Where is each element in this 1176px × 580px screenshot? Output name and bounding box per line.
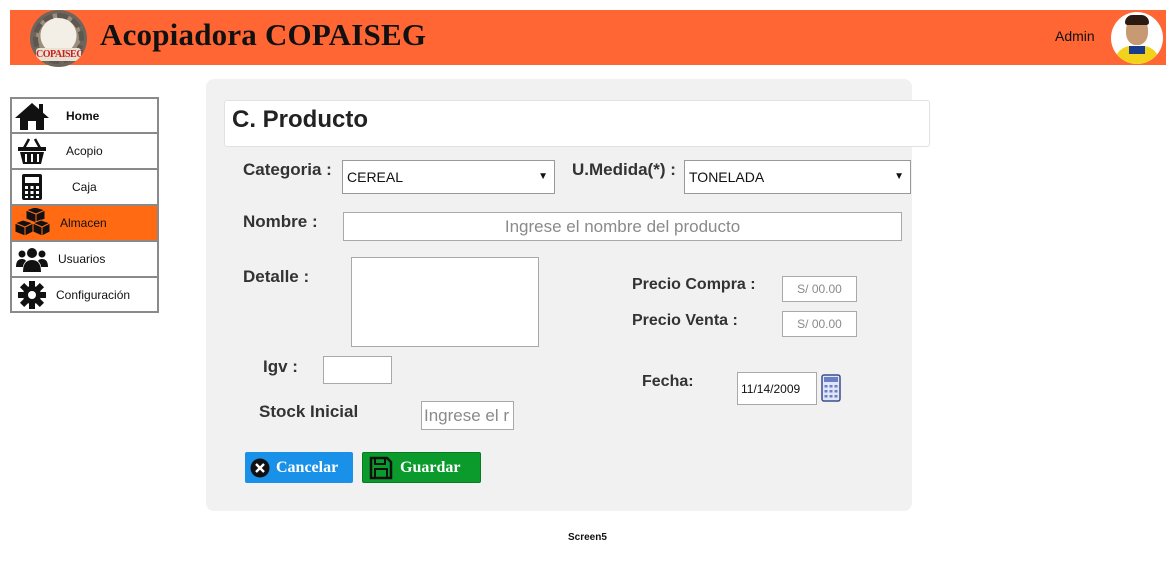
precio-venta-input[interactable]: S/ 00.00 xyxy=(782,311,857,337)
home-icon xyxy=(12,100,52,132)
nombre-label: Nombre : xyxy=(243,212,318,231)
cancel-button[interactable]: Cancelar xyxy=(245,452,353,483)
chevron-down-icon: ▼ xyxy=(894,171,904,182)
categoria-label: Categoria : xyxy=(243,160,332,179)
sidebar-item-configuracion[interactable]: Configuración xyxy=(10,277,159,313)
save-label: Guardar xyxy=(400,458,461,476)
fecha-label: Fecha: xyxy=(642,373,694,390)
sidebar-item-usuarios[interactable]: Usuarios xyxy=(10,241,159,277)
precio-compra-input[interactable]: S/ 00.00 xyxy=(782,276,857,302)
sidebar-item-label: Acopio xyxy=(66,144,103,158)
calendar-icon[interactable] xyxy=(821,374,841,402)
igv-label: Igv : xyxy=(263,357,298,376)
nombre-input[interactable]: Ingrese el nombre del producto xyxy=(343,212,902,241)
company-logo: COPAISEG xyxy=(30,10,87,67)
user-name[interactable]: Admin xyxy=(1055,28,1095,44)
sidebar-item-label: Almacen xyxy=(60,216,107,230)
sidebar-nav: Home Acopio Caja Almacen Usuarios Config… xyxy=(10,97,159,313)
detalle-label: Detalle : xyxy=(243,267,310,286)
screen-label: Screen5 xyxy=(568,532,607,543)
categoria-value: CEREAL xyxy=(347,169,404,185)
stock-input[interactable]: Ingrese el r xyxy=(421,401,514,430)
fecha-input[interactable]: 11/14/2009 xyxy=(737,372,817,405)
precio-compra-label: Precio Compra : xyxy=(632,276,756,293)
precio-venta-label: Precio Venta : xyxy=(632,312,738,329)
sidebar-item-label: Configuración xyxy=(56,287,131,302)
sidebar-item-caja[interactable]: Caja xyxy=(10,169,159,205)
avatar[interactable] xyxy=(1111,12,1163,64)
igv-input[interactable] xyxy=(323,356,392,384)
floppy-icon xyxy=(369,456,393,480)
stock-label: Stock Inicial xyxy=(259,402,359,421)
logo-text: COPAISEG xyxy=(36,49,84,60)
save-button[interactable]: Guardar xyxy=(362,452,481,483)
app-header: COPAISEG Acopiadora COPAISEG Admin xyxy=(10,10,1166,67)
sidebar-item-home[interactable]: Home xyxy=(10,97,159,133)
sidebar-item-label: Home xyxy=(66,108,100,123)
gear-icon xyxy=(12,279,52,311)
boxes-icon xyxy=(12,207,52,239)
categoria-select[interactable]: CEREAL ▼ xyxy=(342,160,555,194)
page-title: C. Producto xyxy=(232,106,368,133)
medida-label: U.Medida(*) : xyxy=(572,160,676,179)
cancel-label: Cancelar xyxy=(276,458,339,476)
basket-icon xyxy=(12,135,52,167)
sidebar-item-almacen[interactable]: Almacen xyxy=(10,205,159,241)
medida-value: TONELADA xyxy=(689,169,765,185)
close-icon xyxy=(250,458,270,478)
sidebar-item-acopio[interactable]: Acopio xyxy=(10,133,159,169)
sidebar-item-label: Usuarios xyxy=(58,252,106,266)
calculator-icon xyxy=(12,171,52,203)
detalle-textarea[interactable] xyxy=(351,257,539,347)
users-icon xyxy=(12,243,52,275)
medida-select[interactable]: TONELADA ▼ xyxy=(684,160,911,194)
chevron-down-icon: ▼ xyxy=(538,171,548,182)
sidebar-item-label: Caja xyxy=(72,180,97,194)
app-title: Acopiadora COPAISEG xyxy=(100,17,427,52)
